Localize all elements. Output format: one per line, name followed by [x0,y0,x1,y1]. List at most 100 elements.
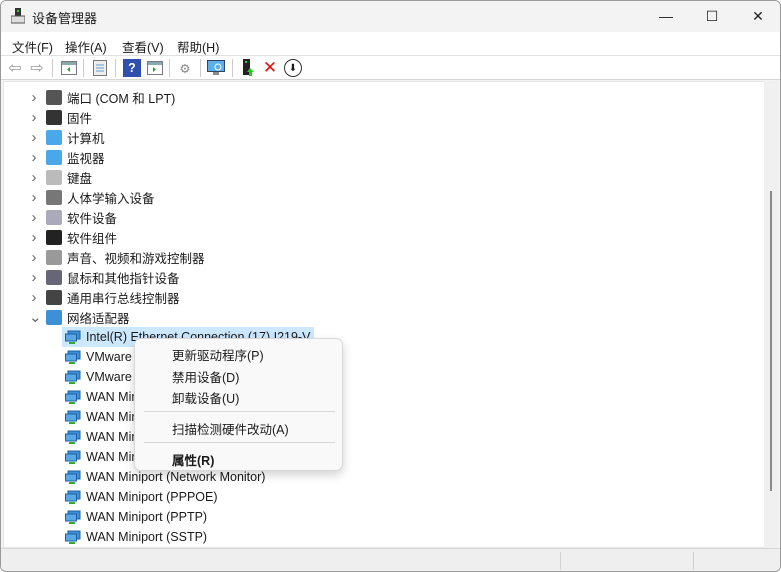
vertical-scrollbar[interactable] [764,81,778,548]
context-menu: 更新驱动程序(P) 禁用设备(D) 卸载设备(U) 扫描检测硬件改动(A) 属性… [134,338,343,471]
show-hide-tree-icon[interactable] [60,59,78,77]
menu-update-driver[interactable]: 更新驱动程序(P) [172,345,264,364]
tree-category-label: 监视器 [67,151,105,166]
network-adapter-icon [65,350,81,365]
computer-icon [46,129,62,145]
monitor-icon [46,149,62,165]
tree-category[interactable]: › 软件组件 [32,227,118,247]
network-adapter-icon [65,490,81,505]
chevron-right-icon[interactable]: › [29,209,39,226]
help-icon[interactable]: ? [123,59,141,77]
toolbar: ⇦ ⇨ ? ⚙ ✕ ⬇ [1,56,780,80]
network-adapter-icon [65,390,81,405]
software-component-icon [46,229,62,245]
menu-scan-hardware[interactable]: 扫描检测硬件改动(A) [172,419,289,438]
network-adapter-icon [65,530,81,545]
title-bar: 设备管理器 — ☐ ✕ [1,1,780,31]
tree-category[interactable]: › 计算机 [32,127,105,147]
network-adapter-label: WAN Miniport (SSTP) [86,530,208,544]
chevron-right-icon[interactable]: › [29,109,39,126]
tree-category[interactable]: › 监视器 [32,147,105,167]
chevron-right-icon[interactable]: › [29,169,39,186]
device-tree[interactable]: › 端口 (COM 和 LPT) › 固件 › 计算机 › 监视器 › 键盘 › 人体学输入设备 › 软件… [3,81,765,548]
keyboard-icon [46,169,62,185]
network-adapter-icon [65,370,81,385]
hid-icon [46,189,62,205]
device-manager-icon [11,8,25,24]
network-adapter-item[interactable]: WAN Miniport (PPPOE) [62,487,218,507]
status-bar [1,548,780,570]
network-adapter-icon [65,410,81,425]
close-button[interactable]: ✕ [735,1,780,31]
update-driver-icon[interactable]: ⚙ [176,59,194,77]
chevron-right-icon[interactable]: › [29,149,39,166]
chevron-down-icon[interactable]: ⌄ [29,308,42,326]
usb-icon [46,289,62,305]
tree-category-label: 计算机 [67,131,105,146]
menu-help[interactable]: 帮助(H) [177,37,219,56]
tree-category-label: 固件 [67,111,93,126]
network-icon [46,309,62,325]
scrollbar-thumb[interactable] [770,191,772,491]
action-pane-icon[interactable] [146,59,164,77]
network-adapter-label: WAN Miniport (Network Monitor) [86,470,266,484]
network-adapter-icon [65,470,81,485]
tree-category-label: 人体学输入设备 [67,191,155,206]
forward-icon[interactable]: ⇨ [28,59,46,77]
mouse-icon [46,269,62,285]
tree-category[interactable]: › 固件 [32,107,93,127]
add-driver-icon[interactable] [239,59,257,77]
tree-category[interactable]: › 软件设备 [32,207,118,227]
tree-category-label: 软件组件 [67,231,118,246]
properties-icon[interactable] [91,59,109,77]
chevron-right-icon[interactable]: › [29,189,39,206]
scan-hardware-icon[interactable] [207,59,225,77]
uninstall-icon[interactable]: ✕ [261,58,279,77]
disable-icon[interactable]: ⬇ [284,59,302,77]
menu-bar: 文件(F) 操作(A) 查看(V) 帮助(H) [1,32,780,56]
device-manager-window: 设备管理器 — ☐ ✕ 文件(F) 操作(A) 查看(V) 帮助(H) ⇦ ⇨ … [0,0,781,572]
tree-category-label: 鼠标和其他指针设备 [67,271,180,286]
menu-separator [144,411,335,412]
tree-category[interactable]: ⌄ 网络适配器 [29,307,130,327]
network-adapter-icon [65,510,81,525]
chevron-right-icon[interactable]: › [29,269,39,286]
chevron-right-icon[interactable]: › [29,229,39,246]
network-adapter-icon [65,450,81,465]
network-adapter-item[interactable]: WAN Miniport (SSTP) [62,527,207,547]
tree-category[interactable]: › 端口 (COM 和 LPT) [32,87,176,107]
maximize-button[interactable]: ☐ [689,1,735,31]
menu-action[interactable]: 操作(A) [65,37,107,56]
network-adapter-icon [65,430,81,445]
tree-category-label: 网络适配器 [67,311,130,326]
tree-category[interactable]: › 通用串行总线控制器 [32,287,180,307]
tree-category[interactable]: › 人体学输入设备 [32,187,155,207]
minimize-button[interactable]: — [643,1,689,31]
network-adapter-label: WAN Miniport (PPTP) [86,510,208,524]
menu-uninstall-device[interactable]: 卸载设备(U) [172,388,239,407]
chevron-right-icon[interactable]: › [29,129,39,146]
back-icon[interactable]: ⇦ [6,59,24,77]
chevron-right-icon[interactable]: › [29,89,39,106]
network-adapter-icon [65,330,81,345]
window-title: 设备管理器 [32,11,98,26]
tree-category-label: 通用串行总线控制器 [67,291,180,306]
software-device-icon [46,209,62,225]
chevron-right-icon[interactable]: › [29,249,39,266]
tree-category[interactable]: › 声音、视频和游戏控制器 [32,247,205,267]
chevron-right-icon[interactable]: › [29,289,39,306]
port-icon [46,89,62,105]
tree-category-label: 声音、视频和游戏控制器 [67,251,205,266]
tree-category[interactable]: › 键盘 [32,167,93,187]
tree-category[interactable]: › 鼠标和其他指针设备 [32,267,180,287]
menu-file[interactable]: 文件(F) [12,37,53,56]
menu-disable-device[interactable]: 禁用设备(D) [172,367,239,386]
menu-separator [144,442,335,443]
network-adapter-item[interactable]: WAN Miniport (PPTP) [62,507,207,527]
tree-category-label: 软件设备 [67,211,118,226]
network-adapter-label: WAN Miniport (PPPOE) [86,490,218,504]
menu-properties[interactable]: 属性(R) [172,450,214,469]
menu-view[interactable]: 查看(V) [122,37,164,56]
speaker-icon [46,249,62,265]
tree-category-label: 键盘 [67,171,93,186]
